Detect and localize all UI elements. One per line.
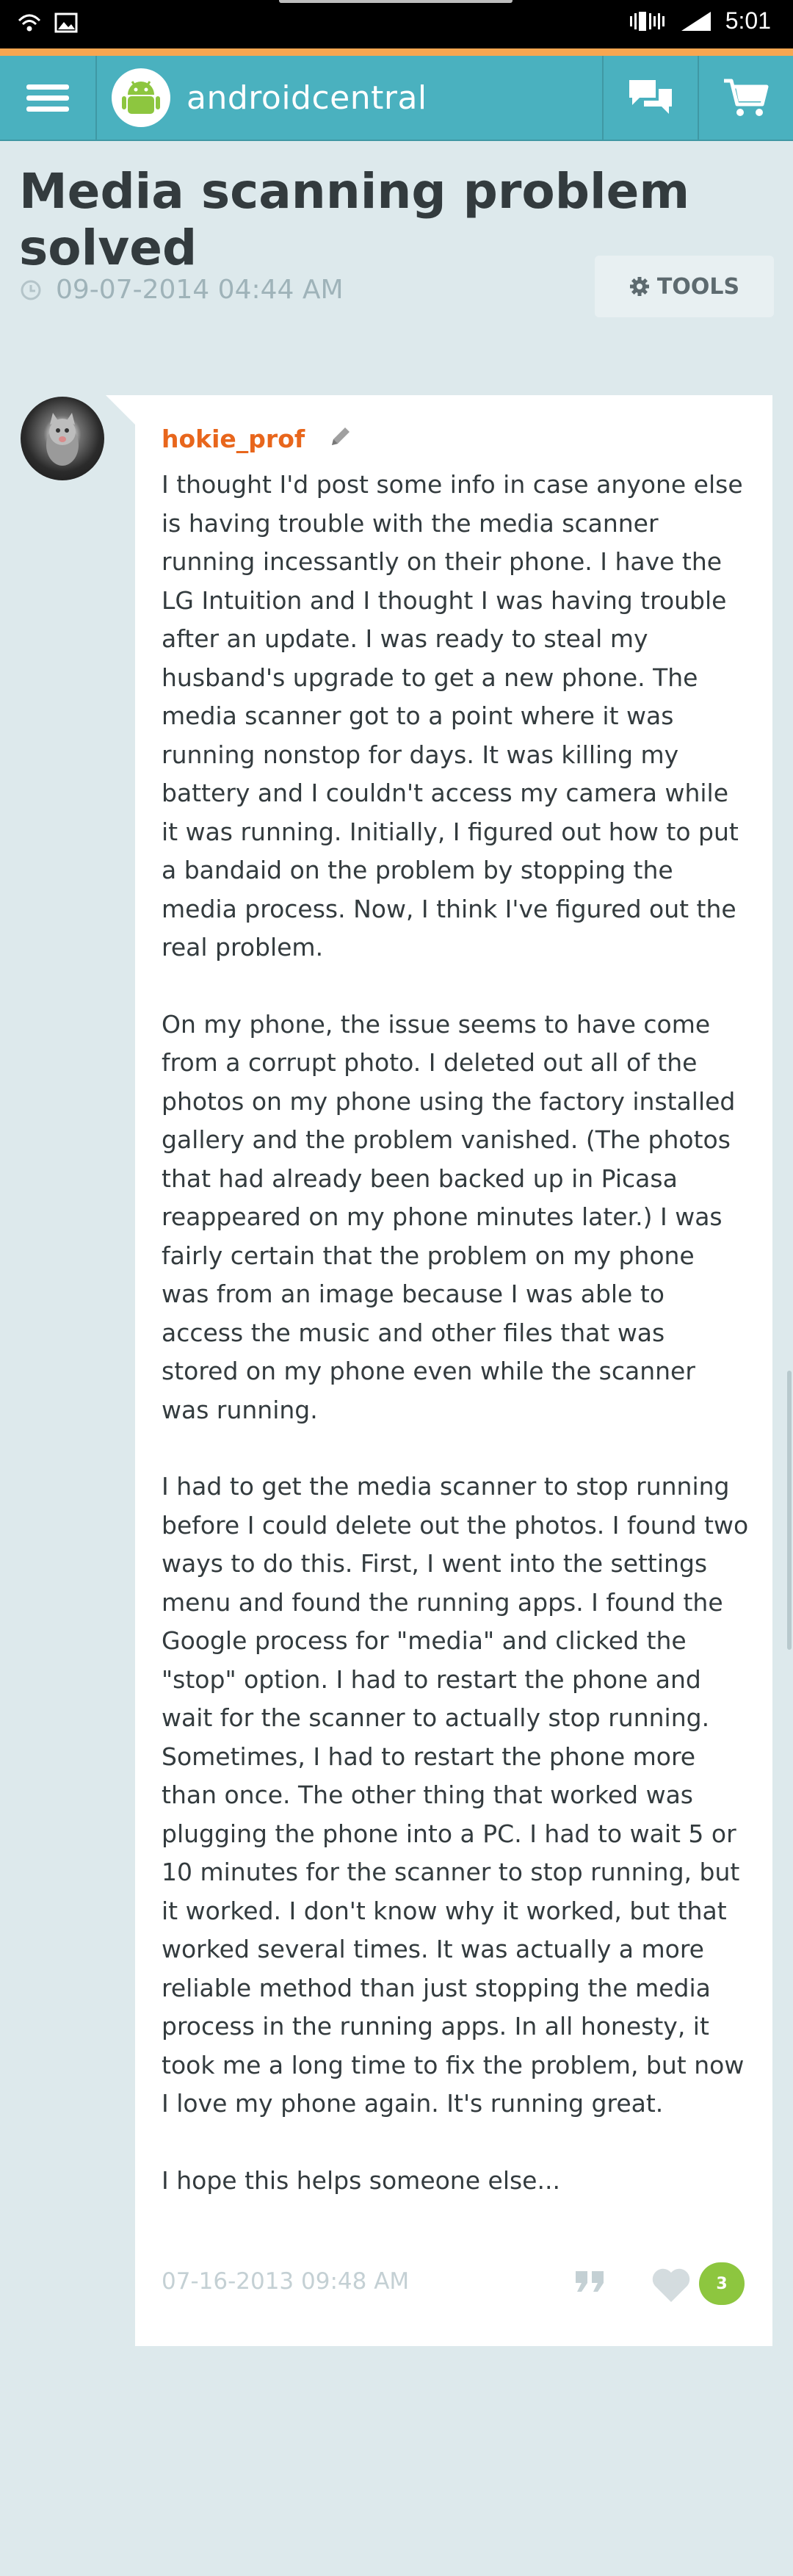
vibrate-icon xyxy=(629,11,665,31)
clock: 5:01 xyxy=(725,7,771,34)
post-paragraph: I hope this helps someone else... xyxy=(162,2165,560,2195)
post-paragraph: I thought I'd post some info in case any… xyxy=(162,470,743,962)
post-date: 07-16-2013 09:48 AM xyxy=(162,2268,410,2295)
top-navbar: androidcentral xyxy=(0,56,793,141)
clock-icon xyxy=(21,280,41,300)
image-notification-icon xyxy=(54,12,78,33)
gear-icon xyxy=(629,277,649,296)
post-body: I thought I'd post some info in case any… xyxy=(162,466,749,2238)
chat-bubbles-icon xyxy=(629,80,672,114)
notch-indicator xyxy=(279,0,513,3)
like-count-badge: 3 xyxy=(699,2262,745,2305)
thread-meta: 09-07-2014 04:44 AM xyxy=(19,275,344,305)
post-footer: 07-16-2013 09:48 AM 3 xyxy=(162,2259,749,2311)
brand-name: androidcentral xyxy=(187,79,427,117)
wifi-call-icon xyxy=(18,14,41,32)
tools-label: TOOLS xyxy=(656,273,740,300)
pencil-edit-icon[interactable] xyxy=(327,423,354,450)
cart-button[interactable] xyxy=(699,56,793,140)
post-username[interactable]: hokie_prof xyxy=(162,425,305,453)
menu-button[interactable] xyxy=(0,56,95,140)
post-card: hokie_prof I thought I'd post some info … xyxy=(106,395,772,2346)
site-logo[interactable]: androidcentral xyxy=(112,68,427,127)
nav-divider xyxy=(95,56,97,140)
shopping-cart-icon xyxy=(724,79,769,116)
tools-button[interactable]: TOOLS xyxy=(595,256,774,317)
post-paragraph: On my phone, the issue seems to have com… xyxy=(162,1009,736,1424)
thread-date: 09-07-2014 04:44 AM xyxy=(56,275,344,305)
heart-like-icon[interactable] xyxy=(651,2267,692,2303)
post-paragraph: I had to get the media scanner to stop r… xyxy=(162,1472,749,2118)
quote-icon[interactable] xyxy=(574,2268,606,2295)
accent-line xyxy=(0,48,793,56)
cat-avatar-image xyxy=(46,413,79,466)
scrollbar[interactable] xyxy=(787,1371,792,1650)
hamburger-menu-icon xyxy=(26,79,69,118)
avatar[interactable] xyxy=(21,397,104,480)
chat-button[interactable] xyxy=(604,56,698,140)
signal-icon xyxy=(681,11,711,31)
status-bar: 5:01 xyxy=(0,0,793,48)
android-mascot-icon xyxy=(112,68,170,127)
